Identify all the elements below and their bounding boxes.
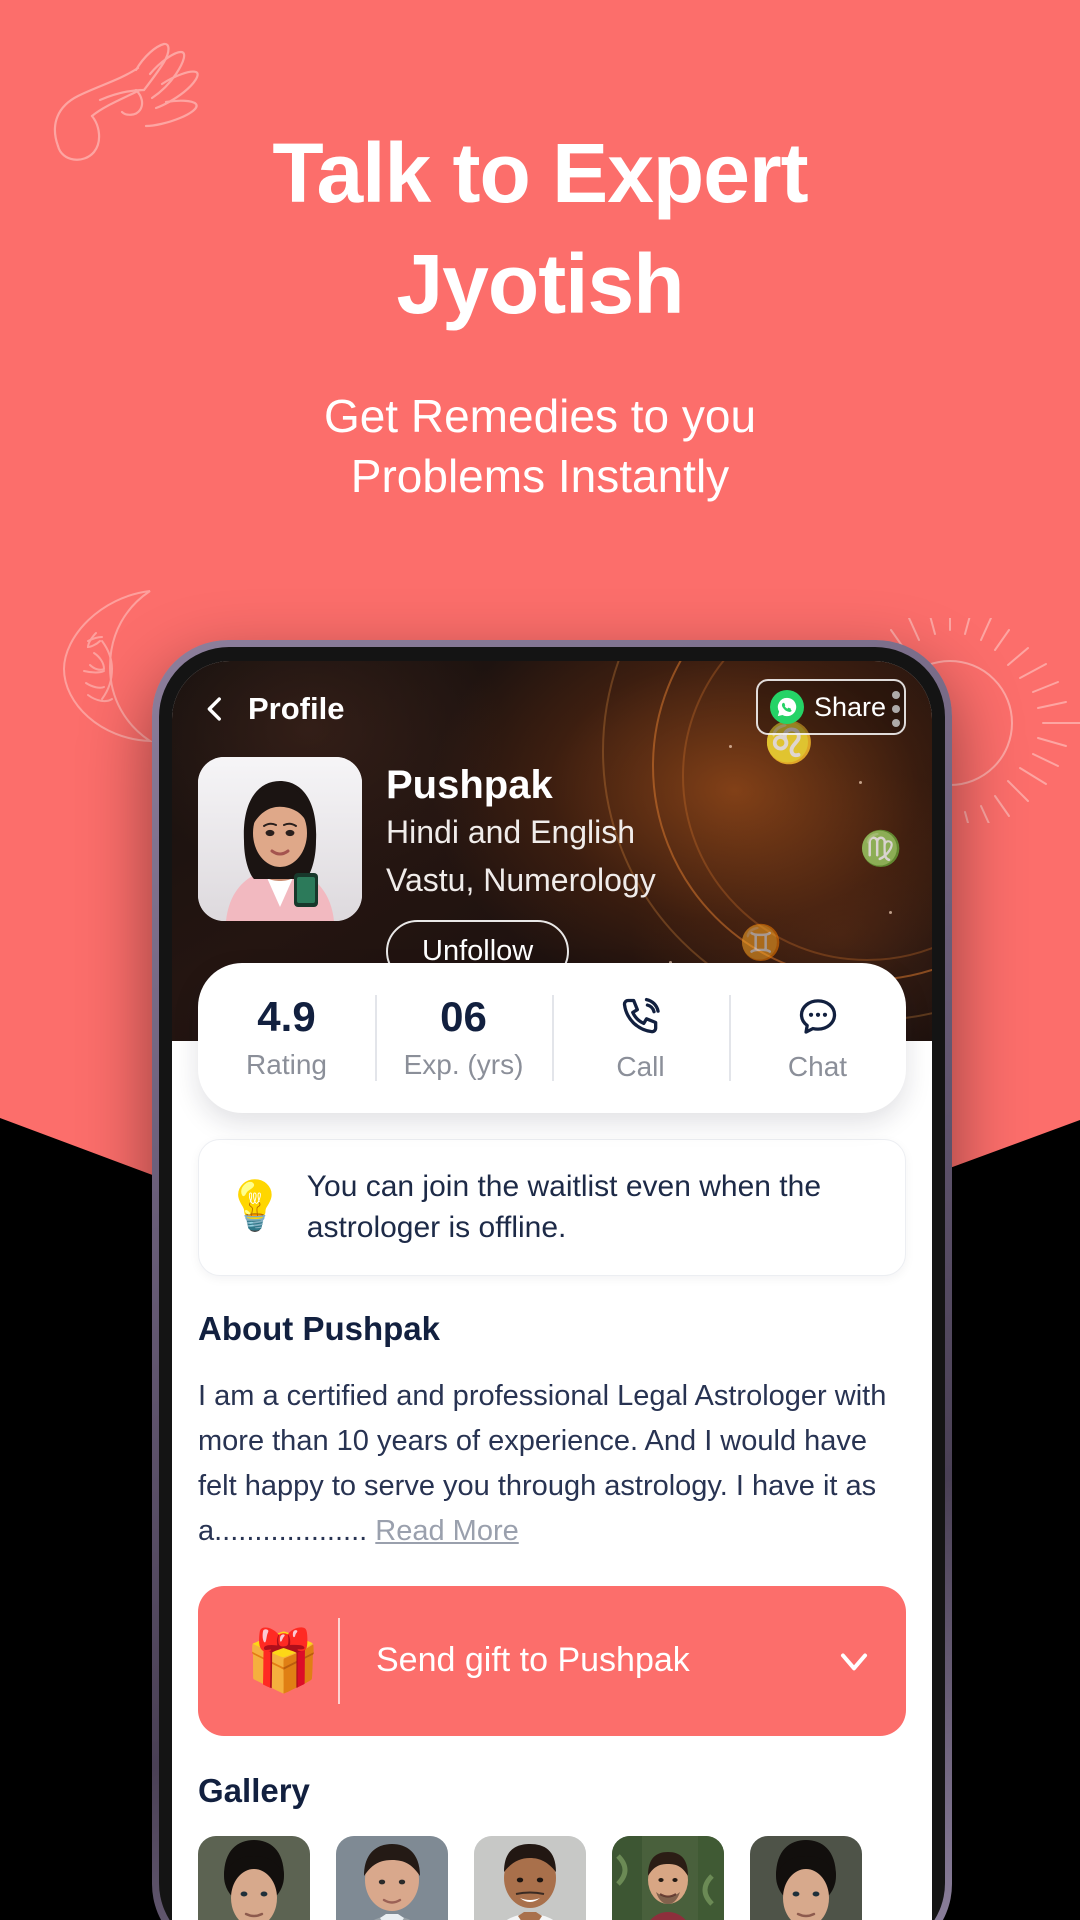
profile-name: Pushpak	[386, 763, 553, 807]
hero-subtitle-line1: Get Remedies to you	[323, 389, 757, 442]
promo-canvas: Talk to Expert Jyotish Get Remedies to y…	[0, 0, 1080, 1920]
stats-card-wrap: 4.9 Rating 06 Exp. (yrs) Call Chat	[172, 963, 932, 1113]
read-more-link[interactable]: Read More	[375, 1515, 518, 1547]
chat-label: Chat	[787, 1050, 848, 1082]
experience-value: 06	[440, 992, 487, 1040]
page-title: Profile	[248, 691, 345, 726]
experience-label: Exp. (yrs)	[403, 1048, 524, 1080]
stat-chat[interactable]: Chat	[729, 994, 906, 1083]
phone-call-icon	[552, 994, 729, 1040]
hero-subtitle-line2: Problems Instantly	[350, 450, 730, 503]
divider	[338, 1617, 340, 1704]
whatsapp-icon	[769, 690, 804, 724]
rating-label: Rating	[246, 1048, 327, 1080]
about-body: I am a certified and professional Legal …	[198, 1379, 887, 1547]
gallery-section: Gallery	[172, 1772, 932, 1920]
app-screen: ♌ ♍ ♊ Profile Share Pushpak Hindi and En…	[172, 661, 932, 1920]
profile-languages: Hindi and English	[386, 814, 636, 850]
profile-meta: Pushpak Hindi and English Vastu, Numerol…	[386, 757, 906, 984]
profile-row: Pushpak Hindi and English Vastu, Numerol…	[172, 735, 932, 984]
gallery-row	[198, 1835, 906, 1920]
waitlist-notice: 💡 You can join the waitlist even when th…	[198, 1139, 906, 1276]
call-label: Call	[616, 1050, 665, 1082]
back-icon[interactable]	[198, 692, 232, 726]
phone-bezel: ♌ ♍ ♊ Profile Share Pushpak Hindi and En…	[159, 647, 945, 1920]
hero-title-line1: Talk to Expert	[272, 126, 808, 220]
about-heading: About Pushpak	[198, 1309, 441, 1347]
hero-title-line2: Jyotish	[396, 236, 684, 331]
gift-box-icon: 🎁	[245, 1627, 321, 1695]
avatar	[198, 757, 362, 921]
send-gift-label: Send gift to Pushpak	[376, 1641, 690, 1680]
share-button[interactable]: Share	[755, 679, 906, 735]
send-gift-banner[interactable]: 🎁 Send gift to Pushpak	[198, 1585, 906, 1736]
gallery-photo-2[interactable]	[336, 1835, 448, 1920]
hero-copy: Talk to Expert Jyotish Get Remedies to y…	[0, 118, 1080, 507]
phone-mockup: ♌ ♍ ♊ Profile Share Pushpak Hindi and En…	[152, 640, 952, 1920]
lightbulb-icon: 💡	[225, 1180, 285, 1234]
stat-call[interactable]: Call	[552, 994, 729, 1083]
rating-value: 4.9	[257, 992, 316, 1040]
stats-card: 4.9 Rating 06 Exp. (yrs) Call Chat	[198, 963, 906, 1113]
about-section: About Pushpak I am a certified and profe…	[172, 1310, 932, 1554]
chevron-down-icon[interactable]	[832, 1639, 876, 1683]
gallery-photo-4[interactable]	[612, 1835, 724, 1920]
chat-bubble-icon	[729, 994, 906, 1040]
profile-skills: Vastu, Numerology	[386, 861, 656, 898]
gallery-photo-5[interactable]	[750, 1835, 862, 1920]
waitlist-notice-text: You can join the waitlist even when the …	[306, 1170, 821, 1245]
stat-rating: 4.9 Rating	[198, 992, 375, 1081]
gallery-heading: Gallery	[198, 1771, 310, 1809]
gallery-photo-3[interactable]	[474, 1835, 586, 1920]
share-label: Share	[813, 691, 886, 722]
gallery-photo-1[interactable]	[198, 1835, 310, 1920]
stat-experience: 06 Exp. (yrs)	[375, 992, 552, 1081]
